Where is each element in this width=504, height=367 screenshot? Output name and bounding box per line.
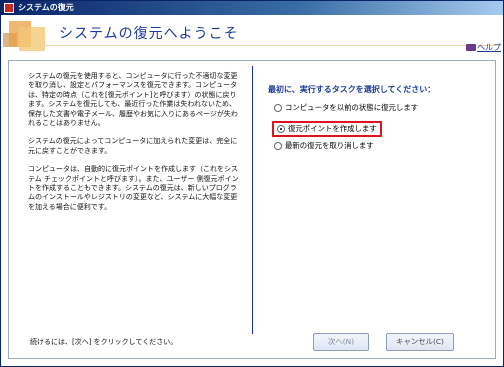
task-heading: 最初に、実行するタスクを選択してください：: [268, 85, 436, 94]
option-undo-last-restore[interactable]: 最新の復元を取り消します: [274, 140, 374, 152]
option-create-restore-point[interactable]: 復元ポイントを作成します: [272, 121, 382, 137]
title-bar: システムの復元: [1, 1, 503, 15]
option-restore-earlier[interactable]: コンピュータを以前の状態に復元します: [274, 102, 418, 114]
option-label: 最新の復元を取り消します: [285, 141, 374, 150]
radio-button-selected[interactable]: [277, 125, 285, 133]
cancel-button[interactable]: キャンセル(C): [386, 333, 454, 351]
description-paragraph: システムの復元によってコンピュータに加えられた変更は、完全に元に戻すことができま…: [28, 137, 238, 155]
option-label: 復元ポイントを作成します: [288, 124, 377, 133]
app-icon: [4, 3, 14, 13]
decorative-square: [19, 27, 45, 51]
help-label: ヘルプ: [477, 43, 501, 52]
window-title: システムの復元: [18, 3, 74, 12]
description-paragraph: コンピュータは、自動的に復元ポイントを作成します（これをシステム チェックポイン…: [28, 165, 239, 211]
panel-divider: [252, 66, 253, 334]
next-button[interactable]: 次へ(N): [313, 333, 369, 351]
description-text: システムの復元を使用すると、コンピュータに行った不適切な変更を取り消し、設定とパ…: [28, 72, 242, 221]
description-paragraph: システムの復元を使用すると、コンピュータに行った不適切な変更を取り消し、設定とパ…: [28, 72, 238, 128]
radio-button[interactable]: [274, 104, 282, 112]
decorative-line: [41, 45, 501, 46]
help-link[interactable]: ヘルプ: [465, 42, 501, 53]
radio-button[interactable]: [274, 142, 282, 150]
option-label: コンピュータを以前の状態に復元します: [285, 103, 419, 112]
footer-instruction: 続けるには、[次へ] をクリックしてください。: [30, 338, 178, 346]
wizard-header: システムの復元へようこそ ヘルプ: [1, 15, 503, 57]
page-title: システムの復元へようこそ: [59, 26, 239, 42]
